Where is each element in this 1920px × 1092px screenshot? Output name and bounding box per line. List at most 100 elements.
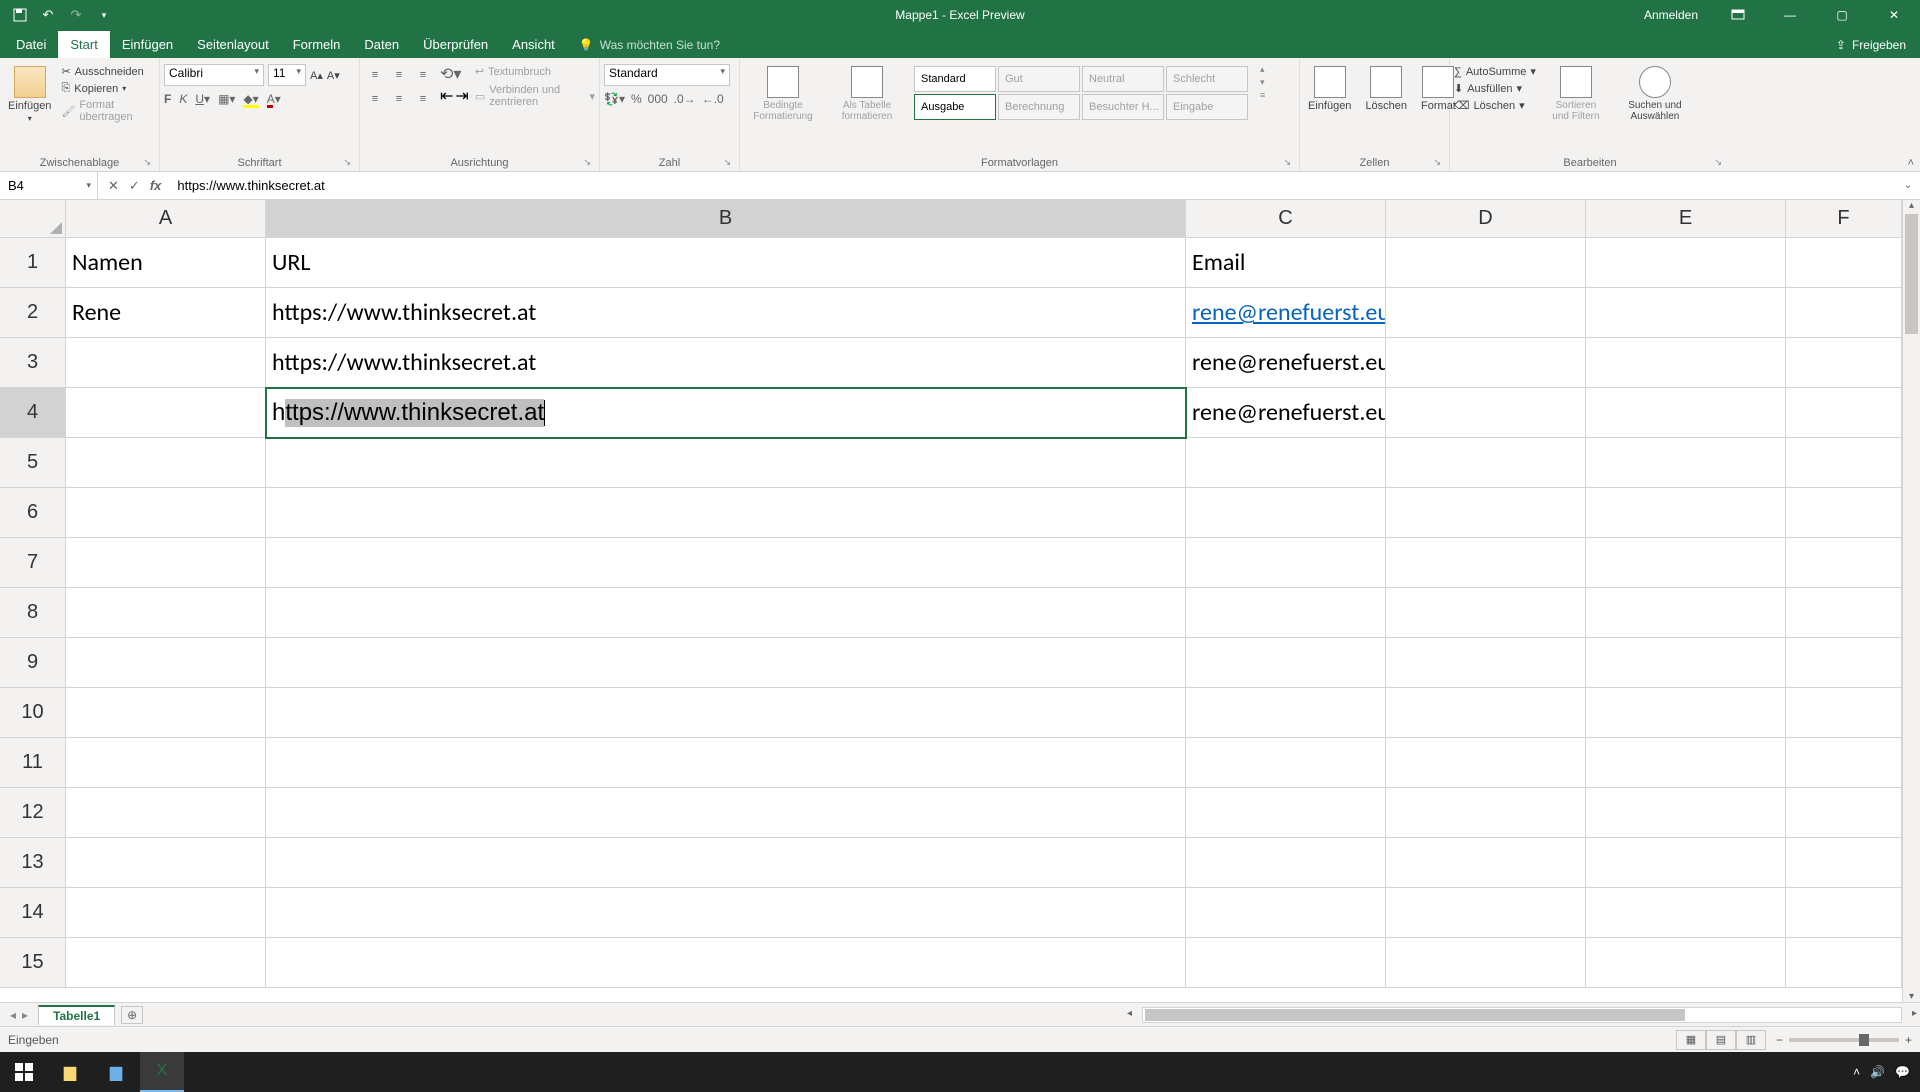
orientation-button[interactable]: ⟲▾ [440, 64, 469, 84]
format-as-table-button[interactable]: Als Tabelle formatieren [828, 64, 906, 124]
tab-formeln[interactable]: Formeln [281, 31, 353, 58]
cell-E12[interactable] [1586, 788, 1786, 838]
cell-D4[interactable] [1386, 388, 1586, 438]
row-header-8[interactable]: 8 [0, 588, 65, 638]
cell-B1[interactable]: URL [266, 238, 1186, 288]
delete-cells-button[interactable]: Löschen [1361, 64, 1411, 114]
insert-cells-button[interactable]: Einfügen [1304, 64, 1355, 114]
insert-function-icon[interactable]: fx [150, 178, 162, 193]
ribbon-display-icon[interactable] [1718, 0, 1758, 30]
cell-A9[interactable] [66, 638, 266, 688]
clear-button[interactable]: ⌫Löschen▾ [1454, 98, 1536, 113]
sheet-nav-next-icon[interactable]: ▸ [22, 1008, 28, 1022]
cell-C8[interactable] [1186, 588, 1386, 638]
cell-B5[interactable] [266, 438, 1186, 488]
style-berechnung[interactable]: Berechnung [998, 94, 1080, 120]
tray-notifications-icon[interactable]: 💬 [1895, 1065, 1910, 1079]
cell-B13[interactable] [266, 838, 1186, 888]
cell-D13[interactable] [1386, 838, 1586, 888]
cut-button[interactable]: ✂Ausschneiden [61, 64, 155, 79]
tab-ansicht[interactable]: Ansicht [500, 31, 567, 58]
cell-B15[interactable] [266, 938, 1186, 988]
cell-A8[interactable] [66, 588, 266, 638]
increase-decimal-button[interactable]: .0→ [674, 92, 696, 106]
cell-E3[interactable] [1586, 338, 1786, 388]
tray-expand-icon[interactable]: ˄ [1853, 1065, 1860, 1079]
cell-D10[interactable] [1386, 688, 1586, 738]
cell-F7[interactable] [1786, 538, 1902, 588]
number-format-select[interactable]: Standard [604, 64, 730, 86]
maximize-icon[interactable]: ▢ [1822, 0, 1862, 30]
cell-A7[interactable] [66, 538, 266, 588]
row-header-6[interactable]: 6 [0, 488, 65, 538]
cell-F3[interactable] [1786, 338, 1902, 388]
row-header-10[interactable]: 10 [0, 688, 65, 738]
select-all-corner[interactable] [0, 200, 66, 238]
font-size-select[interactable]: 11 [268, 64, 306, 86]
cell-A1[interactable]: Namen [66, 238, 266, 288]
col-header-B[interactable]: B [266, 200, 1186, 237]
cell-E9[interactable] [1586, 638, 1786, 688]
increase-font-button[interactable]: A▴ [310, 64, 323, 86]
gallery-down-icon[interactable]: ▾ [1260, 77, 1265, 88]
excel-taskbar-icon[interactable]: X [140, 1052, 184, 1092]
cell-B14[interactable] [266, 888, 1186, 938]
cell-A13[interactable] [66, 838, 266, 888]
sign-in-link[interactable]: Anmelden [1644, 8, 1706, 22]
decrease-font-button[interactable]: A▾ [327, 64, 340, 86]
paste-button[interactable]: Einfügen ▾ [4, 64, 55, 125]
cell-A10[interactable] [66, 688, 266, 738]
row-header-9[interactable]: 9 [0, 638, 65, 688]
cell-C4[interactable]: rene@renefuerst.eu [1186, 388, 1386, 438]
scroll-down-icon[interactable]: ▾ [1903, 991, 1920, 1002]
cell-B3[interactable]: https://www.thinksecret.at [266, 338, 1186, 388]
decrease-decimal-button[interactable]: ←.0 [702, 92, 724, 106]
store-taskbar-icon[interactable]: ▆ [94, 1052, 138, 1092]
expand-formula-bar-icon[interactable]: ⌄ [1896, 180, 1920, 191]
new-sheet-button[interactable]: ⊕ [121, 1006, 143, 1024]
cell-B11[interactable] [266, 738, 1186, 788]
cell-F10[interactable] [1786, 688, 1902, 738]
cell-A4[interactable] [66, 388, 266, 438]
tab-ueberpruefen[interactable]: Überprüfen [411, 31, 500, 58]
cell-A11[interactable] [66, 738, 266, 788]
find-select-button[interactable]: Suchen und Auswählen [1616, 64, 1694, 124]
align-bottom-button[interactable]: ≡ [412, 64, 434, 86]
cancel-edit-icon[interactable]: ✕ [108, 178, 119, 194]
cell-C1[interactable]: Email [1186, 238, 1386, 288]
cell-F1[interactable] [1786, 238, 1902, 288]
sheet-tab-tabelle1[interactable]: Tabelle1 [38, 1005, 115, 1025]
align-right-button[interactable]: ≡ [412, 88, 434, 110]
cell-F8[interactable] [1786, 588, 1902, 638]
cell-E2[interactable] [1586, 288, 1786, 338]
cell-B6[interactable] [266, 488, 1186, 538]
close-icon[interactable]: ✕ [1874, 0, 1914, 30]
style-gut[interactable]: Gut [998, 66, 1080, 92]
name-box[interactable]: B4 [0, 172, 98, 199]
cell-A5[interactable] [66, 438, 266, 488]
sort-filter-button[interactable]: Sortieren und Filtern [1542, 64, 1610, 124]
save-icon[interactable] [10, 5, 30, 25]
style-eingabe[interactable]: Eingabe [1166, 94, 1248, 120]
cell-E7[interactable] [1586, 538, 1786, 588]
formula-bar-input[interactable]: https://www.thinksecret.at [171, 172, 1896, 199]
row-header-4[interactable]: 4 [0, 388, 65, 438]
row-header-1[interactable]: 1 [0, 238, 65, 288]
cell-F6[interactable] [1786, 488, 1902, 538]
cell-C14[interactable] [1186, 888, 1386, 938]
row-header-11[interactable]: 11 [0, 738, 65, 788]
cell-D12[interactable] [1386, 788, 1586, 838]
decrease-indent-button[interactable]: ⇤ [440, 86, 453, 106]
cell-D6[interactable] [1386, 488, 1586, 538]
row-header-5[interactable]: 5 [0, 438, 65, 488]
tab-datei[interactable]: Datei [4, 31, 58, 58]
style-schlecht[interactable]: Schlecht [1166, 66, 1248, 92]
cell-F5[interactable] [1786, 438, 1902, 488]
cell-A6[interactable] [66, 488, 266, 538]
percent-format-button[interactable]: % [631, 92, 642, 106]
redo-icon[interactable]: ↷ [66, 5, 86, 25]
cell-C6[interactable] [1186, 488, 1386, 538]
tab-seitenlayout[interactable]: Seitenlayout [185, 31, 281, 58]
col-header-F[interactable]: F [1786, 200, 1902, 237]
font-color-button[interactable]: A▾ [267, 92, 281, 106]
